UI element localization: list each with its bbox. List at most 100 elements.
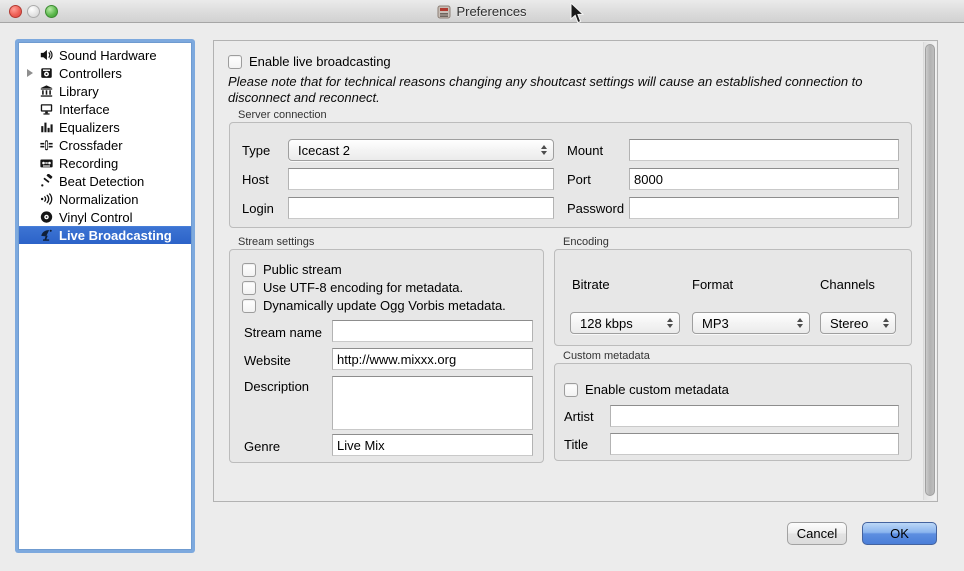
- encoding-group: Bitrate Format Channels 128 kbps MP3 Ste…: [554, 249, 912, 346]
- enable-custom-metadata-row: Enable custom metadata: [564, 382, 729, 397]
- sidebar-item-equalizers[interactable]: Equalizers: [19, 118, 191, 136]
- channels-popup-value: Stereo: [830, 316, 868, 331]
- shoutcast-note: Please note that for technical reasons c…: [228, 74, 920, 106]
- sidebar-item-vinyl-control[interactable]: Vinyl Control: [19, 208, 191, 226]
- password-input[interactable]: [629, 197, 899, 219]
- host-label: Host: [242, 172, 288, 187]
- title-input[interactable]: [610, 433, 899, 455]
- description-label: Description: [244, 376, 332, 430]
- app-window-icon: [437, 5, 451, 19]
- sidebar-item-interface[interactable]: Interface: [19, 100, 191, 118]
- ogg-update-row: Dynamically update Ogg Vorbis metadata.: [242, 298, 506, 313]
- sidebar-item-label: Interface: [59, 102, 110, 117]
- utf8-row: Use UTF-8 encoding for metadata.: [242, 280, 463, 295]
- enable-live-broadcasting-label: Enable live broadcasting: [249, 54, 391, 69]
- channels-label: Channels: [820, 277, 875, 292]
- sidebar-item-label: Live Broadcasting: [59, 228, 172, 243]
- scrollbar-thumb[interactable]: [925, 44, 935, 496]
- sidebar-item-label: Controllers: [59, 66, 122, 81]
- expand-triangle-icon[interactable]: [23, 69, 37, 77]
- server-connection-group: Type Icecast 2 Mount Host Port Login Pas…: [229, 122, 912, 228]
- artist-input[interactable]: [610, 405, 899, 427]
- ogg-metadata-label: Dynamically update Ogg Vorbis metadata.: [263, 298, 506, 313]
- ok-button[interactable]: OK: [862, 522, 937, 545]
- title-bar: Preferences: [0, 0, 964, 23]
- website-input[interactable]: [332, 348, 533, 370]
- format-popup[interactable]: MP3: [692, 312, 810, 334]
- sidebar-item-library[interactable]: Library: [19, 82, 191, 100]
- stream-name-label: Stream name: [244, 322, 332, 340]
- sidebar-item-normalization[interactable]: Normalization: [19, 190, 191, 208]
- vertical-scrollbar[interactable]: [923, 42, 936, 500]
- website-label: Website: [244, 350, 332, 368]
- popup-stepper-icon: [541, 145, 547, 155]
- public-stream-checkbox[interactable]: [242, 263, 256, 277]
- enable-custom-metadata-label: Enable custom metadata: [585, 382, 729, 397]
- sidebar-item-label: Library: [59, 84, 99, 99]
- format-popup-value: MP3: [702, 316, 729, 331]
- ogg-metadata-checkbox[interactable]: [242, 299, 256, 313]
- popup-stepper-icon: [797, 318, 803, 328]
- monitor-icon: [37, 101, 55, 117]
- popup-stepper-icon: [883, 318, 889, 328]
- hammer-icon: [37, 173, 55, 189]
- stream-name-input[interactable]: [332, 320, 533, 342]
- sidebar-item-sound-hardware[interactable]: Sound Hardware: [19, 46, 191, 64]
- preferences-window: { "window": { "title": "Preferences" }, …: [0, 0, 964, 571]
- public-stream-label: Public stream: [263, 262, 342, 277]
- type-popup-value: Icecast 2: [298, 143, 350, 158]
- library-icon: [37, 83, 55, 99]
- ok-button-label: OK: [890, 526, 909, 541]
- mouse-cursor: [570, 3, 584, 24]
- satellite-dish-icon: [37, 227, 55, 243]
- bitrate-popup[interactable]: 128 kbps: [570, 312, 680, 334]
- custom-metadata-group-label: Custom metadata: [563, 350, 650, 362]
- enable-live-broadcasting-checkbox[interactable]: [228, 55, 242, 69]
- popup-stepper-icon: [667, 318, 673, 328]
- sidebar-item-label: Vinyl Control: [59, 210, 132, 225]
- format-label: Format: [692, 277, 733, 292]
- port-input[interactable]: [629, 168, 899, 190]
- utf8-metadata-checkbox[interactable]: [242, 281, 256, 295]
- bitrate-label: Bitrate: [572, 277, 610, 292]
- cancel-button-label: Cancel: [797, 526, 837, 541]
- sidebar-item-label: Normalization: [59, 192, 138, 207]
- login-input[interactable]: [288, 197, 554, 219]
- enable-live-broadcasting-row: Enable live broadcasting: [228, 54, 391, 69]
- controller-icon: [37, 65, 55, 81]
- description-textarea[interactable]: [332, 376, 533, 430]
- bitrate-popup-value: 128 kbps: [580, 316, 633, 331]
- sidebar-item-beat-detection[interactable]: Beat Detection: [19, 172, 191, 190]
- server-connection-group-label: Server connection: [238, 109, 327, 121]
- sidebar-item-controllers[interactable]: Controllers: [19, 64, 191, 82]
- preferences-category-list: Sound Hardware Controllers Library Inter…: [18, 42, 192, 550]
- password-label: Password: [567, 201, 629, 216]
- stream-settings-group: Public stream Use UTF-8 encoding for met…: [229, 249, 544, 463]
- port-label: Port: [567, 172, 629, 187]
- sidebar-item-crossfader[interactable]: Crossfader: [19, 136, 191, 154]
- login-label: Login: [242, 201, 288, 216]
- sidebar-item-live-broadcasting[interactable]: Live Broadcasting: [19, 226, 191, 244]
- sidebar-item-recording[interactable]: Recording: [19, 154, 191, 172]
- encoding-group-label: Encoding: [563, 236, 609, 248]
- mount-input[interactable]: [629, 139, 899, 161]
- cancel-button[interactable]: Cancel: [787, 522, 847, 545]
- cassette-icon: [37, 155, 55, 171]
- artist-label: Artist: [564, 409, 610, 424]
- sidebar-item-label: Beat Detection: [59, 174, 144, 189]
- type-popup[interactable]: Icecast 2: [288, 139, 554, 161]
- type-label: Type: [242, 143, 288, 158]
- sidebar-item-label: Sound Hardware: [59, 48, 157, 63]
- public-stream-row: Public stream: [242, 262, 342, 277]
- title-label: Title: [564, 437, 610, 452]
- equalizer-bars-icon: [37, 119, 55, 135]
- genre-label: Genre: [244, 436, 332, 454]
- sound-waves-icon: [37, 191, 55, 207]
- genre-input[interactable]: [332, 434, 533, 456]
- speaker-icon: [37, 47, 55, 63]
- host-input[interactable]: [288, 168, 554, 190]
- vinyl-record-icon: [37, 209, 55, 225]
- enable-custom-metadata-checkbox[interactable]: [564, 383, 578, 397]
- channels-popup[interactable]: Stereo: [820, 312, 896, 334]
- sidebar-item-label: Recording: [59, 156, 118, 171]
